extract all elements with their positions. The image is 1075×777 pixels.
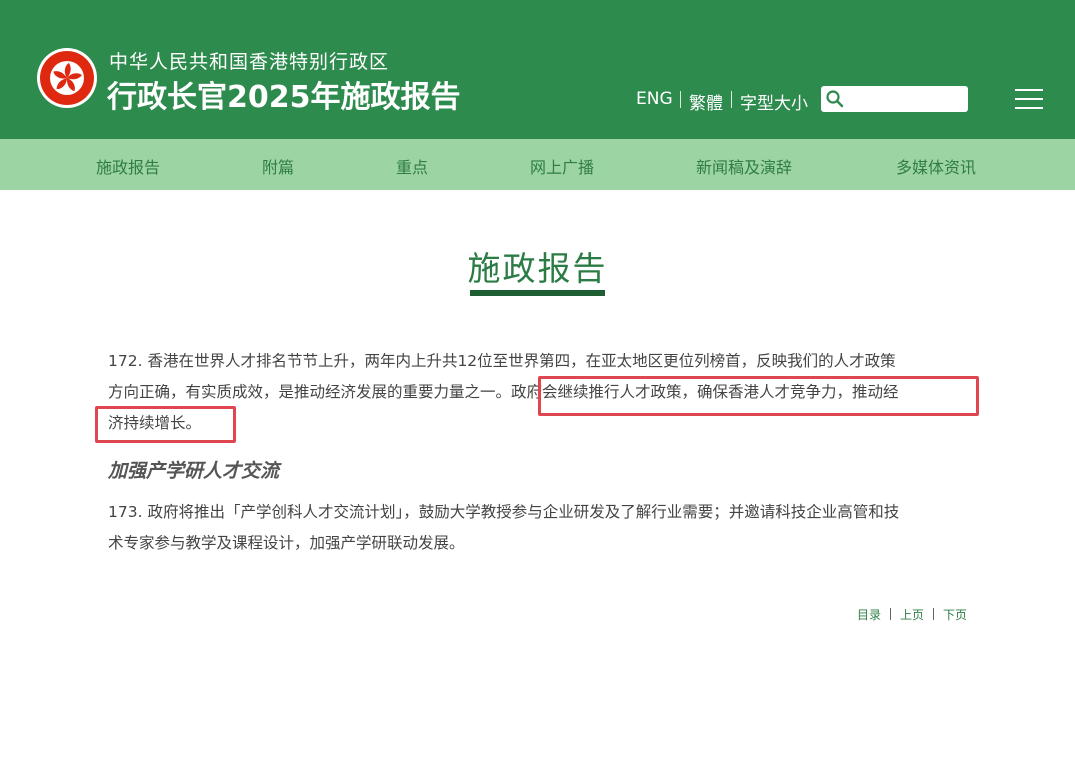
- paragraph-line: 172. 香港在世界人才排名节节上升，两年内上升共12位至世界第四，在亚太地区更…: [108, 352, 896, 370]
- highlight-box: [538, 376, 979, 416]
- nav-item-supplement[interactable]: 附篇: [262, 154, 294, 178]
- site-header: 中华人民共和国香港特别行政区 行政长官2025年施政报告 ENG 繁體 字型大小: [0, 0, 1075, 139]
- search-icon[interactable]: [826, 90, 844, 108]
- page-title: 施政报告: [467, 249, 608, 288]
- nav-item-highlights[interactable]: 重点: [396, 154, 428, 178]
- prev-page-link[interactable]: 上页: [900, 606, 924, 623]
- search-box[interactable]: [821, 86, 968, 112]
- highlight-box: [95, 406, 236, 443]
- pager-separator: [890, 608, 891, 620]
- paragraph-line: 术专家参与教学及课程设计，加强产学研联动发展。: [108, 534, 465, 552]
- main-nav: 施政报告 附篇 重点 网上广播 新闻稿及演辞 多媒体资讯: [0, 139, 1075, 190]
- pager-separator: [933, 608, 934, 620]
- lang-traditional-link[interactable]: 繁體: [689, 89, 723, 114]
- toc-link[interactable]: 目录: [857, 606, 881, 623]
- font-size-link[interactable]: 字型大小: [740, 89, 808, 114]
- title-underline: [470, 290, 605, 296]
- hamburger-menu-icon[interactable]: [1015, 87, 1043, 111]
- lang-separator: [731, 91, 732, 108]
- nav-item-policy-address[interactable]: 施政报告: [96, 154, 160, 178]
- nav-item-webcast[interactable]: 网上广播: [530, 154, 594, 178]
- paragraph-173: 173. 政府将推出「产学创科人才交流计划」，鼓励大学教授参与企业研发及了解行业…: [108, 497, 978, 559]
- nav-item-multimedia[interactable]: 多媒体资讯: [896, 154, 976, 178]
- next-page-link[interactable]: 下页: [943, 606, 967, 623]
- header-subtitle: 中华人民共和国香港特别行政区: [109, 51, 390, 73]
- section-subheading: 加强产学研人才交流: [108, 460, 280, 482]
- paragraph-line: 173. 政府将推出「产学创科人才交流计划」，鼓励大学教授参与企业研发及了解行业…: [108, 503, 900, 521]
- lang-separator: [680, 91, 681, 108]
- hksar-emblem-icon[interactable]: [36, 47, 98, 109]
- search-input[interactable]: [847, 88, 967, 110]
- header-title[interactable]: 行政长官2025年施政报告: [107, 72, 461, 116]
- paragraph-text: 方向正确，有实质成效，是推动经济发展的重要力量之一。: [108, 383, 512, 401]
- nav-item-press-releases[interactable]: 新闻稿及演辞: [696, 154, 792, 178]
- lang-eng-link[interactable]: ENG: [636, 89, 673, 109]
